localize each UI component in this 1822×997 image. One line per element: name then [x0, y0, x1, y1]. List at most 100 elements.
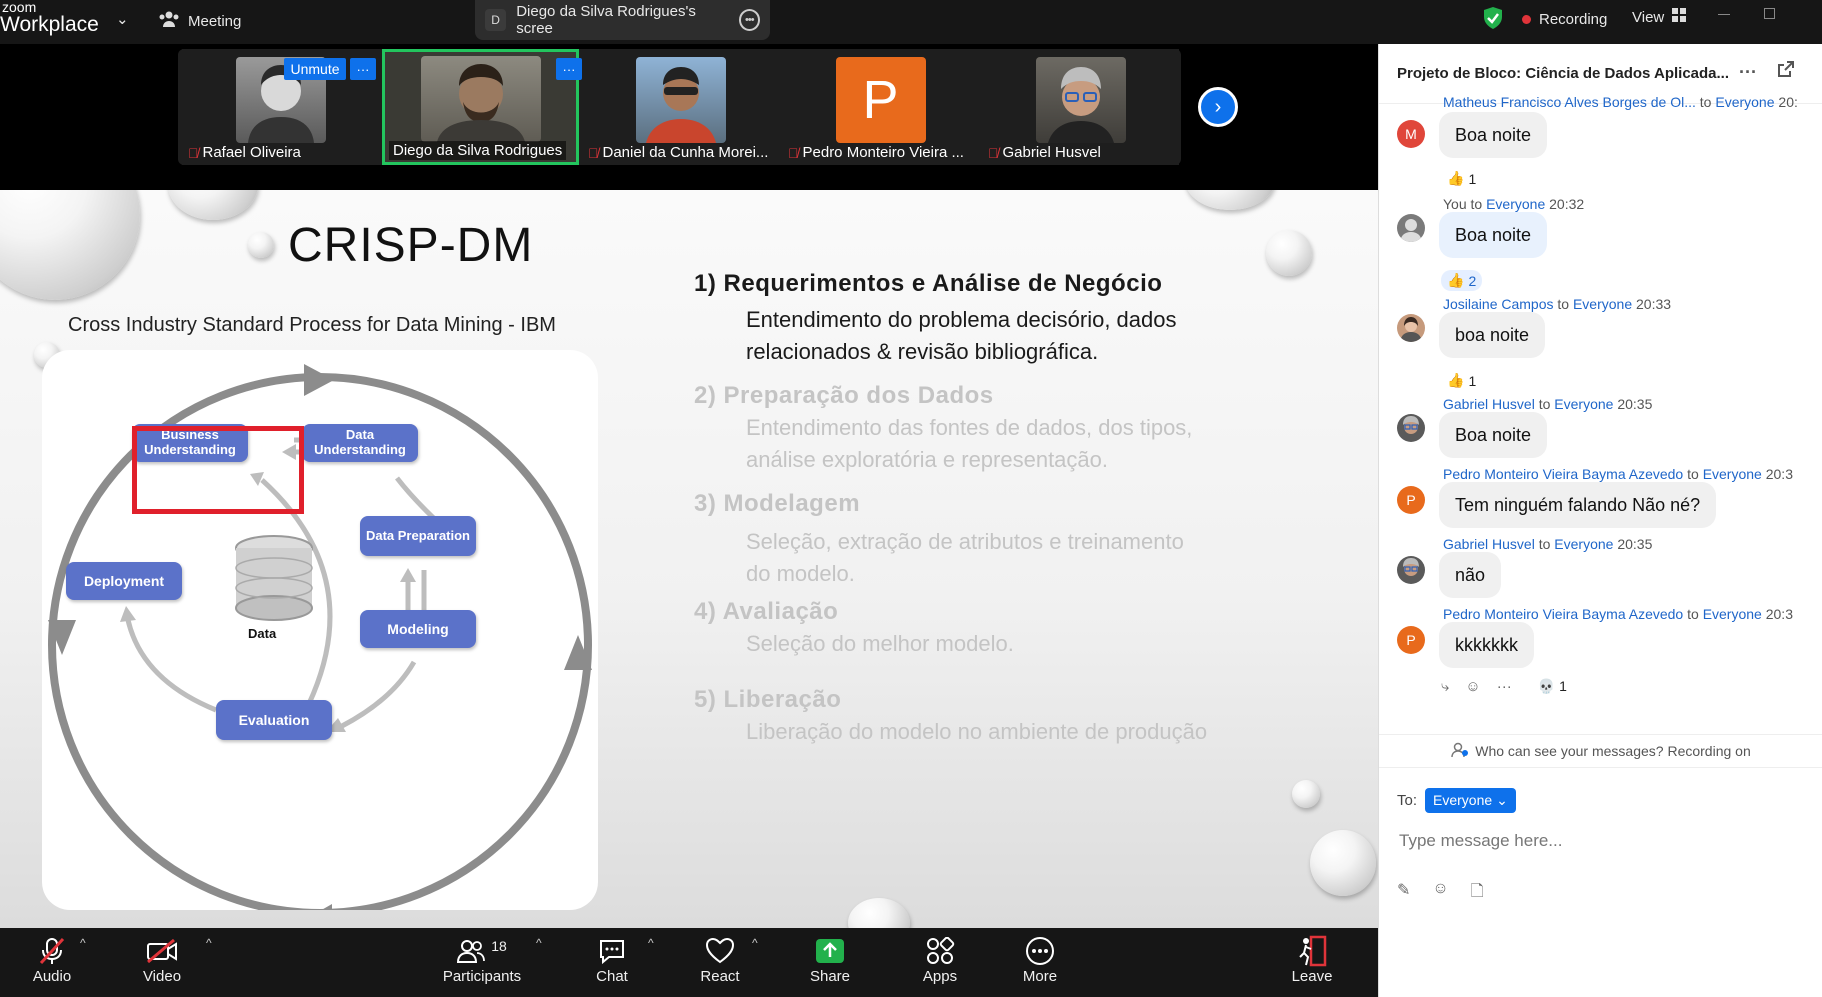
recipient-dropdown[interactable]: Everyone ⌄ — [1425, 788, 1516, 813]
app-menu-chevron[interactable]: ⌄ — [116, 10, 129, 28]
water-drop-decoration — [848, 898, 910, 928]
participants-options-caret[interactable]: ^ — [536, 936, 542, 950]
video-options-caret[interactable]: ^ — [206, 936, 212, 950]
zoom-logo: zoom Workplace — [0, 0, 99, 35]
minimize-window-button[interactable] — [1718, 14, 1730, 15]
add-reaction-icon[interactable]: ☺ — [1465, 678, 1480, 695]
avatar-letter: P — [1406, 492, 1416, 508]
share-button[interactable]: Share — [800, 934, 860, 985]
step-heading: 4) Avaliação — [694, 598, 839, 625]
shared-screen: CRISP-DM Cross Industry Standard Process… — [0, 190, 1378, 928]
visibility-notice[interactable]: Who can see your messages? Recording on — [1379, 734, 1822, 768]
reaction-chip[interactable]: 👍 1 — [1441, 168, 1482, 189]
water-drop-decoration — [248, 232, 274, 258]
chevron-down-icon: ⌄ — [116, 11, 129, 28]
screen-share-indicator[interactable]: D Diego da Silva Rodrigues's scree ••• — [475, 0, 770, 40]
recipient-name: Everyone — [1486, 196, 1546, 212]
sender-name[interactable]: Matheus Francisco Alves Borges de Ol... — [1443, 94, 1696, 110]
message-time: 20: — [1778, 94, 1798, 110]
participant-photo — [420, 56, 541, 142]
attach-file-icon[interactable]: 🗋 — [1471, 880, 1484, 907]
format-text-icon[interactable]: ✎ — [1397, 880, 1410, 907]
step-description: Entendimento do problema decisório, dado… — [746, 304, 1254, 368]
leave-button[interactable]: Leave — [1282, 934, 1342, 985]
message-bubble: Boa noite — [1439, 212, 1548, 258]
participant-tile-diego[interactable]: Diego da Silva Rodrigues — [382, 49, 579, 165]
participant-tile-gabriel[interactable]: 🎙̸ Gabriel Husvel — [982, 49, 1179, 165]
muted-mic-icon: 🎙̸ — [188, 144, 199, 161]
popout-icon[interactable] — [1777, 60, 1795, 82]
view-button[interactable]: View — [1632, 8, 1687, 26]
recording-indicator[interactable]: Recording — [1522, 11, 1607, 28]
share-more-icon[interactable]: ••• — [738, 9, 760, 31]
chat-more-icon[interactable]: ··· — [1739, 62, 1757, 83]
maximize-icon — [1764, 8, 1775, 19]
more-button[interactable]: More — [1010, 934, 1070, 985]
unmute-button[interactable]: Unmute — [284, 58, 346, 80]
step-line: do modelo. — [746, 560, 855, 586]
video-button[interactable]: Video — [132, 934, 192, 985]
reaction-chip[interactable]: 💀 1 — [1538, 678, 1567, 695]
participants-icon: 18 — [432, 934, 532, 968]
message-more-icon[interactable]: ··· — [1497, 678, 1512, 695]
recording-label: Recording — [1539, 11, 1608, 28]
chat-button[interactable]: Chat — [582, 934, 642, 985]
participant-more-button[interactable]: ··· — [350, 58, 376, 80]
message-time: 20:33 — [1636, 296, 1672, 312]
data-label: Data — [248, 626, 277, 641]
meeting-toolbar: Audio ^ Video ^ 18 Participants ^ Chat ^… — [0, 928, 1378, 997]
audio-options-caret[interactable]: ^ — [80, 936, 86, 950]
step-description: Seleção, extração de atributos e treinam… — [746, 526, 1254, 590]
meeting-info-button[interactable]: Meeting — [158, 10, 241, 32]
next-page-button[interactable]: › — [1198, 87, 1238, 127]
recipient-name: Everyone — [1702, 606, 1762, 622]
participant-more-button[interactable]: ··· — [556, 58, 582, 80]
chevron-down-icon: ⌄ — [1496, 792, 1508, 808]
logo-workplace-text: Workplace — [0, 13, 99, 36]
emoji-icon[interactable]: ☺ — [1432, 880, 1448, 907]
participant-tile-pedro[interactable]: P 🎙̸ Pedro Monteiro Vieira ... — [782, 49, 979, 165]
participant-tile-daniel[interactable]: 🎙̸ Daniel da Cunha Morei... — [582, 49, 779, 165]
reaction-count: 1 — [1468, 170, 1477, 187]
message-time: 20:3 — [1765, 466, 1793, 482]
water-drop-decoration — [0, 190, 140, 300]
reply-icon[interactable]: ⤷ — [1441, 678, 1449, 695]
share-screen-icon — [800, 934, 860, 968]
sender-name[interactable]: Pedro Monteiro Vieira Bayma Azevedo — [1443, 466, 1683, 482]
reaction-chip[interactable]: 👍 1 — [1441, 370, 1482, 391]
step-line: Seleção, extração de atributos e treinam… — [746, 529, 1184, 554]
participants-label: Participants — [442, 968, 522, 985]
chat-title: Projeto de Bloco: Ciência de Dados Aplic… — [1397, 65, 1730, 82]
sender-name[interactable]: Josilaine Campos — [1443, 296, 1554, 312]
message-meta: Matheus Francisco Alves Borges de Ol... … — [1443, 94, 1798, 110]
react-options-caret[interactable]: ^ — [752, 936, 758, 950]
security-shield-icon[interactable] — [1482, 6, 1504, 30]
modeling-box: Modeling — [360, 610, 476, 648]
react-button[interactable]: React — [690, 934, 750, 985]
participants-count: 18 — [491, 938, 507, 954]
to-word: to — [1699, 94, 1712, 110]
participants-button[interactable]: 18 Participants — [432, 934, 532, 985]
maximize-window-button[interactable] — [1764, 8, 1775, 19]
avatar: P — [1397, 626, 1425, 654]
reaction-count: 2 — [1468, 272, 1477, 289]
crisp-dm-diagram: Business Understanding Data Understandin… — [42, 350, 598, 910]
apps-button[interactable]: Apps — [910, 934, 970, 985]
step-description: Entendimento das fontes de dados, dos ti… — [746, 412, 1254, 476]
sender-name[interactable]: Gabriel Husvel — [1443, 396, 1535, 412]
message-input[interactable] — [1397, 826, 1797, 856]
avatar: P — [1397, 486, 1425, 514]
sender-name[interactable]: Gabriel Husvel — [1443, 536, 1535, 552]
message-meta: Josilaine Campos to Everyone 20:33 — [1443, 296, 1671, 312]
step-1: 1) Requerimentos e Análise de Negócio En… — [694, 270, 1254, 368]
reaction-chip[interactable]: 👍 2 — [1441, 270, 1483, 291]
sender-name[interactable]: Pedro Monteiro Vieira Bayma Azevedo — [1443, 606, 1683, 622]
avatar-letter: P — [1406, 632, 1416, 648]
message-meta: Gabriel Husvel to Everyone 20:35 — [1443, 396, 1652, 412]
thumbs-up-icon: 👍 — [1447, 272, 1465, 288]
audio-button[interactable]: Audio — [22, 934, 82, 985]
step-heading: 5) Liberação — [694, 686, 842, 713]
apps-label: Apps — [922, 968, 958, 985]
sharer-badge: D — [485, 9, 507, 31]
chat-options-caret[interactable]: ^ — [648, 936, 654, 950]
